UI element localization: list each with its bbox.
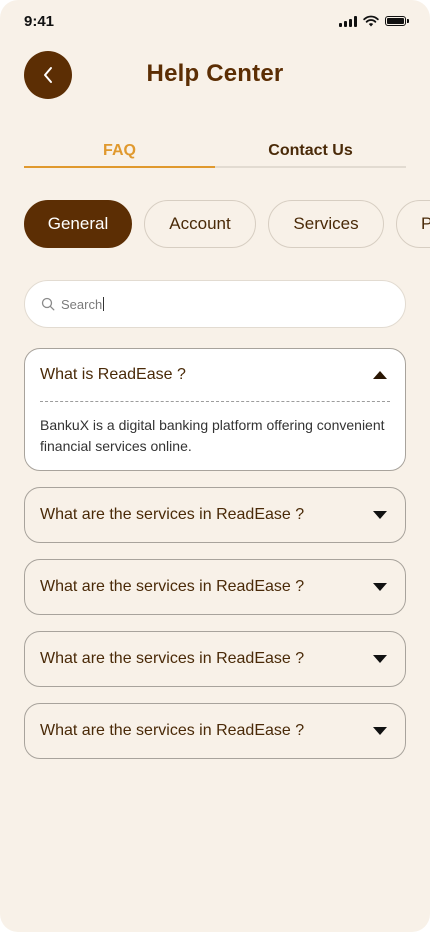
wifi-icon: [363, 15, 379, 27]
signal-icon: [339, 15, 357, 27]
category-partial[interactable]: P: [396, 200, 430, 248]
faq-question: What are the services in ReadEase ?: [40, 578, 305, 595]
faq-item[interactable]: What are the services in ReadEase ?: [24, 487, 406, 543]
caret-down-icon[interactable]: [370, 721, 390, 741]
faq-question: What is ReadEase ?: [40, 366, 186, 383]
faq-question: What are the services in ReadEase ?: [40, 506, 305, 523]
category-account[interactable]: Account: [144, 200, 256, 248]
text-cursor: [103, 297, 104, 311]
category-chips: General Account Services P: [24, 200, 430, 248]
caret-up-icon[interactable]: [370, 365, 390, 385]
faq-item[interactable]: What are the services in ReadEase ?: [24, 559, 406, 615]
tab-contact-us[interactable]: Contact Us: [215, 138, 406, 168]
status-icons: [339, 15, 409, 27]
category-general[interactable]: General: [24, 200, 132, 248]
faq-answer: BankuX is a digital banking platform off…: [40, 417, 385, 454]
search-icon: [41, 297, 55, 311]
caret-down-icon[interactable]: [370, 505, 390, 525]
caret-down-icon[interactable]: [370, 649, 390, 669]
caret-down-icon[interactable]: [370, 577, 390, 597]
status-bar: 9:41: [0, 0, 430, 44]
faq-question: What are the services in ReadEase ?: [40, 722, 305, 739]
faq-item[interactable]: What are the services in ReadEase ?: [24, 631, 406, 687]
tab-faq[interactable]: FAQ: [24, 138, 215, 168]
battery-icon: [385, 16, 409, 26]
faq-question: What are the services in ReadEase ?: [40, 650, 305, 667]
help-center-screen: 9:41 Help Center FAQ Contact Us General: [0, 0, 430, 932]
tab-bar: FAQ Contact Us: [24, 138, 406, 168]
faq-item[interactable]: What are the services in ReadEase ?: [24, 703, 406, 759]
category-services[interactable]: Services: [268, 200, 384, 248]
search-input[interactable]: [61, 296, 361, 312]
faq-list: What is ReadEase ? BankuX is a digital b…: [24, 348, 406, 775]
faq-item-expanded: What is ReadEase ? BankuX is a digital b…: [24, 348, 406, 471]
page-title: Help Center: [146, 60, 284, 87]
faq-header[interactable]: What is ReadEase ?: [40, 349, 390, 401]
status-time: 9:41: [24, 13, 55, 30]
search-bar[interactable]: [24, 280, 406, 328]
